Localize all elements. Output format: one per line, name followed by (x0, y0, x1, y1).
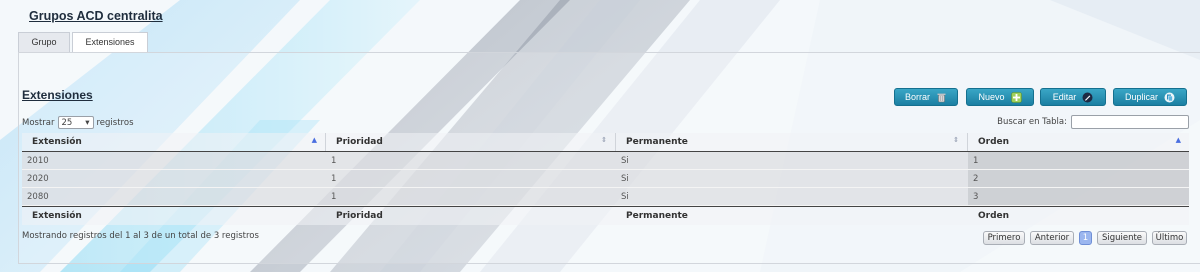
duplicate-button-label: Duplicar (1124, 92, 1158, 102)
length-suffix: registros (96, 117, 134, 128)
page-length-control: Mostrar 25 ▾ registros (22, 116, 134, 129)
new-button-label: Nuevo (978, 92, 1005, 102)
delete-button[interactable]: Borrar (894, 88, 958, 106)
table-footer-row: Extensión Prioridad Permanente Orden (22, 206, 1189, 225)
column-footer-priority: Prioridad (326, 207, 616, 225)
cell-extension: 2080 (22, 188, 326, 206)
page-length-select[interactable]: 25 ▾ (57, 116, 94, 129)
column-header-label: Orden (978, 137, 1010, 147)
column-footer-permanent: Permanente (616, 207, 968, 225)
duplicate-icon (1164, 92, 1175, 103)
length-prefix: Mostrar (22, 117, 55, 128)
cell-priority: 1 (326, 170, 616, 188)
add-icon (1010, 91, 1022, 103)
first-page-button[interactable]: Primero (983, 231, 1025, 245)
page-1-button[interactable]: 1 (1079, 231, 1092, 245)
new-button[interactable]: Nuevo (966, 88, 1034, 106)
column-footer-order: Orden (968, 207, 1189, 225)
column-header-permanent[interactable]: Permanente ⇕ (616, 133, 968, 151)
section-title: Extensiones (22, 88, 93, 102)
column-header-label: Extensión (32, 137, 82, 147)
cell-order: 3 (968, 188, 1189, 206)
last-page-button[interactable]: Último (1152, 231, 1187, 245)
cell-permanent: Si (616, 170, 968, 188)
column-header-extension[interactable]: Extensión ▲ (22, 133, 326, 151)
table-search: Buscar en Tabla: (997, 115, 1189, 129)
page-title: Grupos ACD centralita (29, 9, 163, 23)
cell-extension: 2020 (22, 170, 326, 188)
sort-asc-icon: ▲ (1175, 136, 1181, 144)
column-header-label: Permanente (626, 137, 688, 147)
trash-icon (936, 92, 947, 103)
previous-page-button[interactable]: Anterior (1030, 231, 1074, 245)
chevron-down-icon: ▾ (85, 117, 90, 128)
column-header-order[interactable]: Orden ▲ (968, 133, 1189, 151)
tab-extensiones[interactable]: Extensiones (72, 32, 148, 53)
cell-extension: 2010 (22, 152, 326, 170)
search-input[interactable] (1071, 115, 1189, 129)
sort-both-icon: ⇕ (601, 136, 607, 144)
search-label: Buscar en Tabla: (997, 117, 1067, 127)
cell-order: 2 (968, 170, 1189, 188)
cell-permanent: Si (616, 152, 968, 170)
cell-order: 1 (968, 152, 1189, 170)
duplicate-button[interactable]: Duplicar (1113, 88, 1187, 106)
cell-priority: 1 (326, 152, 616, 170)
column-header-priority[interactable]: Prioridad ⇕ (326, 133, 616, 151)
sort-both-icon: ⇕ (953, 136, 959, 144)
column-header-label: Prioridad (336, 137, 383, 147)
table-row[interactable]: 2010 1 Si 1 (22, 152, 1189, 170)
cell-permanent: Si (616, 188, 968, 206)
table-row[interactable]: 2020 1 Si 2 (22, 170, 1189, 188)
tab-grupo[interactable]: Grupo (18, 32, 70, 52)
sort-asc-icon: ▲ (311, 136, 317, 144)
page-length-value: 25 (61, 117, 73, 128)
main-content: Grupos ACD centralita Grupo Extensiones … (0, 0, 1200, 272)
column-footer-extension: Extensión (22, 207, 326, 225)
table-info: Mostrando registros del 1 al 3 de un tot… (22, 231, 259, 241)
next-page-button[interactable]: Siguiente (1097, 231, 1147, 245)
extensions-table: Extensión ▲ Prioridad ⇕ Permanente ⇕ Ord… (22, 133, 1189, 225)
edit-button[interactable]: Editar (1040, 88, 1106, 106)
table-header-row: Extensión ▲ Prioridad ⇕ Permanente ⇕ Ord… (22, 133, 1189, 152)
delete-button-label: Borrar (904, 92, 930, 102)
edit-button-label: Editar (1052, 92, 1077, 102)
table-row[interactable]: 2080 1 Si 3 (22, 188, 1189, 206)
edit-icon (1082, 92, 1093, 103)
cell-priority: 1 (326, 188, 616, 206)
